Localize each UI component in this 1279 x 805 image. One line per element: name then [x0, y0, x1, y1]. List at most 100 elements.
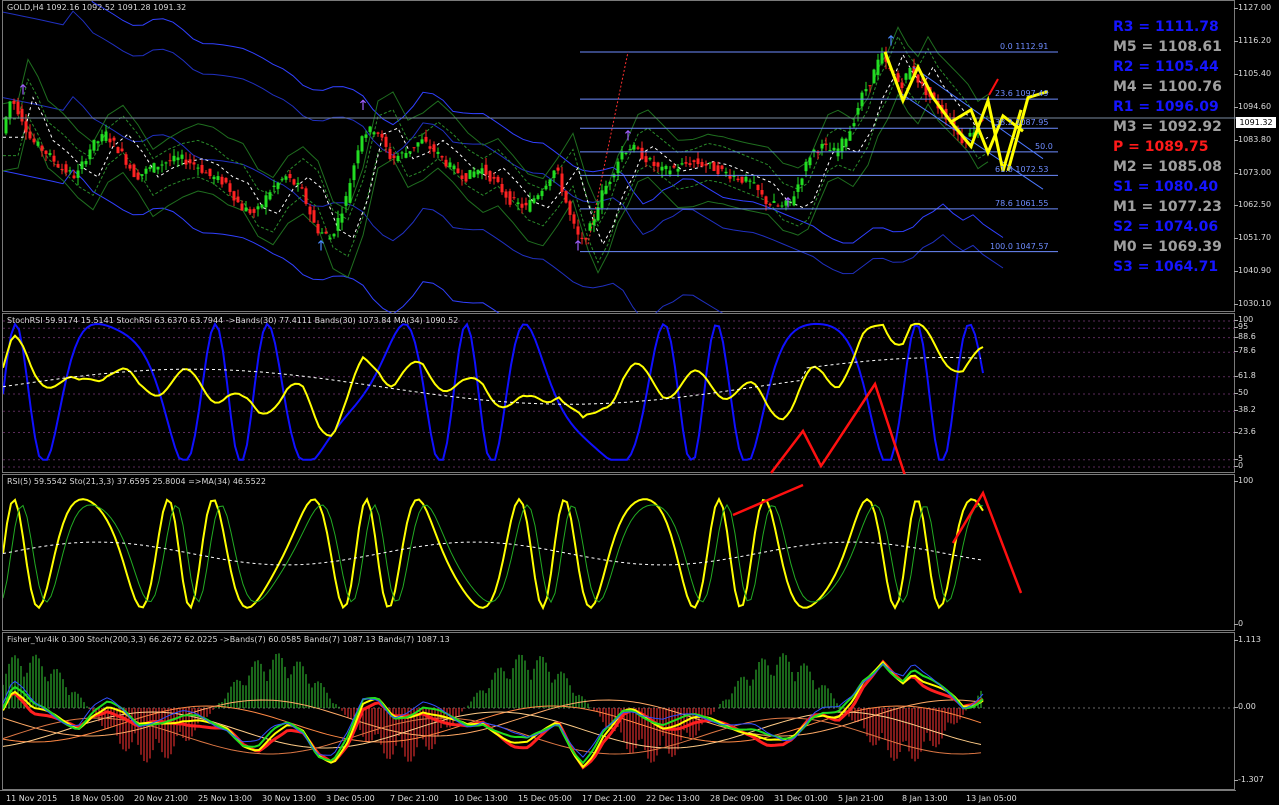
candle-body [572, 214, 576, 224]
candle-body [368, 126, 372, 132]
fibo-level-label: 61.8 1072.53 [995, 165, 1049, 175]
price-tick-label: 1127.00 [1233, 3, 1272, 12]
price-tick-label: 1105.40 [1233, 68, 1272, 78]
stochrsi-axis: 100 95 88.6 78.6 61.8 50 38.2 23.6 5 0 [1233, 313, 1279, 473]
envelope-outer-upper [91, 1, 1004, 244]
candle-body [288, 174, 292, 179]
fisher-tick-label: 1.113 [1234, 635, 1261, 644]
candle-body [320, 232, 324, 234]
candle-body [496, 176, 500, 182]
time-tick-label: 8 Jan 13:00 [902, 794, 948, 803]
stochrsi-pane[interactable]: StochRSI 59.9174 15.5141 StochRSI 63.637… [2, 313, 1236, 474]
candle-body [104, 131, 108, 141]
candle-body [112, 137, 116, 141]
envelope-lower [3, 95, 724, 313]
candle-body [80, 161, 84, 170]
candle-body [276, 182, 280, 189]
candle-body [876, 59, 880, 75]
candle-body [88, 149, 92, 160]
symbol-info: GOLD,H4 1092.16 1092.52 1091.28 1091.32 [7, 3, 187, 12]
time-tick-label: 18 Nov 05:00 [70, 794, 124, 803]
candle-body [216, 176, 220, 181]
candle-body [348, 183, 352, 203]
candle-body [152, 163, 156, 173]
fractal-arrow: ↑ [357, 98, 369, 114]
fisher-pane[interactable]: Fisher_Yur4ik 0.300 Stoch(200,3,3) 66.26… [2, 632, 1236, 790]
candle-body [68, 170, 72, 172]
pivot-level: S2 = 1074.06 [1113, 219, 1219, 235]
candle-body [240, 203, 244, 211]
candle-body [504, 191, 508, 198]
candle-body [920, 81, 924, 84]
moving-average [3, 53, 989, 246]
candle-body [208, 168, 212, 177]
candle-body [12, 100, 16, 104]
candle-body [20, 108, 24, 122]
time-tick-label: 11 Nov 2015 [6, 794, 58, 803]
candle-body [748, 180, 752, 182]
candle-body [172, 155, 176, 162]
rsi-pane[interactable]: RSI(5) 59.5542 Sto(21,3,3) 37.6595 25.80… [2, 474, 1235, 631]
candle-body [28, 131, 32, 139]
candle-body [388, 148, 392, 159]
stochrsi-tick-label: 88.6 [1234, 331, 1256, 341]
pivot-level: M4 = 1100.76 [1113, 79, 1222, 95]
pivot-level: M5 = 1108.61 [1113, 39, 1222, 55]
candle-body [272, 185, 276, 188]
red-projection-arrow [770, 381, 906, 474]
candle-body [480, 168, 484, 174]
candle-body [124, 154, 128, 165]
candle-body [836, 148, 840, 157]
candle-body [36, 141, 40, 146]
candle-body [468, 169, 472, 179]
candle-body [564, 190, 568, 203]
candle-body [292, 179, 296, 185]
red-projection-arrow [732, 483, 804, 517]
price-band [3, 26, 989, 211]
candle-body [608, 181, 612, 185]
price-pane[interactable]: ↑ ↑ ↑ ↑ ↑ ↑ ↑ GOLD,H4 1092.16 1092.52 1091.28 … [2, 0, 1236, 313]
candle-body [500, 183, 504, 193]
candle-body [236, 196, 240, 203]
fractal-arrow: ↑ [17, 83, 29, 99]
candle-body [160, 164, 164, 166]
fisher-axis: 1.113 0.00 -1.307 [1234, 632, 1279, 790]
candle-body [624, 152, 628, 154]
candle-body [772, 200, 776, 203]
candle-body [204, 172, 208, 174]
candle-body [404, 152, 408, 158]
candle-body [676, 168, 680, 172]
time-tick-label: 28 Dec 09:00 [710, 794, 764, 803]
candle-body [156, 166, 160, 170]
candle-body [872, 69, 876, 84]
candle-body [880, 53, 884, 64]
pivot-level: M2 = 1085.08 [1113, 159, 1222, 175]
candle-body [444, 159, 448, 167]
candle-body [556, 167, 560, 171]
candle-body [640, 147, 644, 160]
candle-body [424, 136, 428, 142]
rsi-axis: 100 0 [1233, 474, 1279, 631]
candle-body [492, 176, 496, 179]
candle-body [428, 146, 432, 149]
price-tick-label: 1116.20 [1233, 35, 1272, 45]
candle-body [196, 167, 200, 169]
candle-body [680, 163, 684, 165]
candle-body [356, 150, 360, 164]
candle-body [704, 164, 708, 166]
candle-body [736, 178, 740, 181]
time-tick-label: 20 Nov 21:00 [134, 794, 188, 803]
time-tick-label: 7 Dec 21:00 [390, 794, 439, 803]
fractal-arrow: ↑ [885, 34, 897, 50]
candle-body [432, 144, 436, 152]
candle-body [652, 161, 656, 166]
candle-body [476, 169, 480, 175]
price-chart-svg: ↑ ↑ ↑ ↑ ↑ ↑ ↑ [3, 1, 1236, 313]
rsi-line [3, 496, 984, 611]
candle-body [220, 176, 224, 185]
candle-body [916, 74, 920, 83]
candle-body [808, 157, 812, 166]
rsi-tick-label: 0 [1233, 619, 1244, 628]
candle-body [864, 89, 868, 92]
candle-body [48, 153, 52, 155]
